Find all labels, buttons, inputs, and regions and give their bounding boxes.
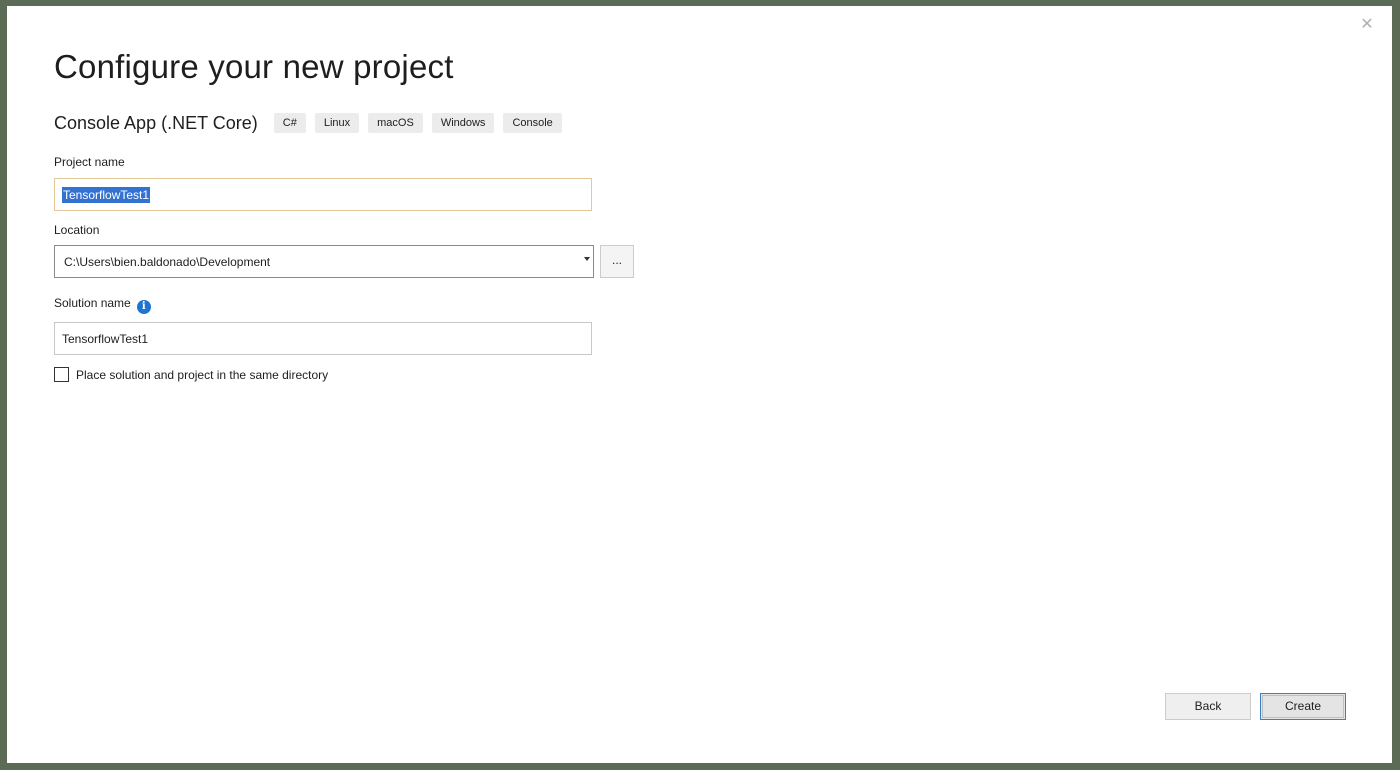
back-button[interactable]: Back bbox=[1165, 693, 1251, 720]
location-dropdown[interactable]: C:\Users\bien.baldonado\Development bbox=[54, 245, 594, 278]
same-directory-checkbox[interactable] bbox=[54, 367, 69, 382]
tag-windows: Windows bbox=[431, 113, 495, 133]
project-name-input[interactable]: TensorflowTest1 bbox=[54, 178, 592, 211]
solution-name-label: Solution name bbox=[54, 296, 131, 310]
solution-name-value: TensorflowTest1 bbox=[62, 331, 149, 346]
tag-macos: macOS bbox=[368, 113, 423, 133]
project-name-label: Project name bbox=[54, 155, 125, 169]
create-button[interactable]: Create bbox=[1260, 693, 1346, 720]
same-directory-label: Place solution and project in the same d… bbox=[76, 367, 329, 382]
project-name-value: TensorflowTest1 bbox=[62, 186, 151, 203]
tag-linux: Linux bbox=[314, 113, 360, 133]
location-value: C:\Users\bien.baldonado\Development bbox=[64, 254, 271, 269]
solution-name-input[interactable]: TensorflowTest1 bbox=[54, 322, 592, 355]
close-icon[interactable]: ✕ bbox=[1356, 14, 1378, 36]
chevron-down-icon[interactable] bbox=[584, 257, 590, 261]
browse-button[interactable]: ... bbox=[600, 245, 634, 278]
location-label: Location bbox=[54, 223, 100, 237]
same-directory-option[interactable]: Place solution and project in the same d… bbox=[54, 367, 328, 382]
solution-name-label-row: Solution name i bbox=[54, 296, 151, 314]
template-name: Console App (.NET Core) bbox=[54, 112, 258, 133]
tag-console: Console bbox=[503, 113, 562, 133]
template-summary: Console App (.NET Core) C# Linux macOS W… bbox=[54, 111, 571, 135]
tag-csharp: C# bbox=[273, 113, 306, 133]
page-title: Configure your new project bbox=[54, 48, 454, 85]
configure-project-dialog: ✕ Configure your new project Console App… bbox=[7, 6, 1392, 763]
info-icon[interactable]: i bbox=[136, 300, 151, 314]
